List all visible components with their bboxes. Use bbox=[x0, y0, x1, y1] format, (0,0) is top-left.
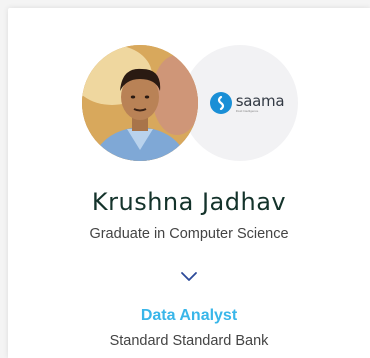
company-logo-circle: saama Fluid Intelligence bbox=[182, 45, 298, 161]
person-avatar-icon bbox=[82, 45, 198, 161]
profile-company: Standard Standard Bank bbox=[109, 333, 269, 349]
saama-logo-icon bbox=[209, 92, 232, 114]
profile-card: saama Fluid Intelligence Krushna Jadhav … bbox=[8, 8, 370, 358]
profile-photo bbox=[82, 45, 198, 161]
company-logo: saama Fluid Intelligence bbox=[209, 91, 285, 114]
company-logo-text: saama bbox=[235, 91, 285, 110]
profile-degree: Graduate in Computer Science bbox=[89, 226, 289, 242]
chevron-down-icon[interactable] bbox=[179, 270, 199, 284]
profile-role: Data Analyst bbox=[140, 307, 238, 324]
company-logo-tagline: Fluid Intelligence bbox=[235, 108, 259, 113]
profile-name: Krushna Jadhav bbox=[91, 188, 287, 216]
